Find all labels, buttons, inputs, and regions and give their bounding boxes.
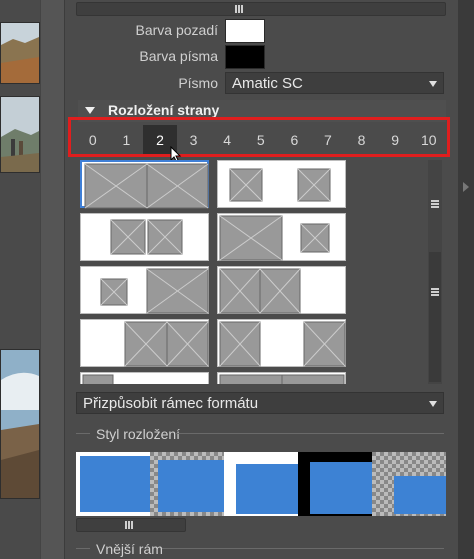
scroll-grip-icon[interactable]: [431, 200, 439, 208]
font-select-value: Amatic SC: [232, 75, 303, 92]
divider: [76, 433, 90, 434]
layout-grid: [80, 160, 350, 384]
count-option-10[interactable]: 10: [412, 125, 446, 155]
photo-thumbnail[interactable]: [0, 22, 40, 84]
layout-tile[interactable]: [80, 319, 209, 367]
scroll-grip-icon[interactable]: [431, 288, 439, 296]
layout-tile[interactable]: [80, 372, 209, 384]
count-option-6[interactable]: 6: [278, 125, 312, 155]
layout-style-option[interactable]: [298, 452, 372, 516]
count-option-4[interactable]: 4: [210, 125, 244, 155]
layout-tile[interactable]: [217, 372, 346, 384]
outer-frame-label: Vnější rám: [96, 541, 163, 557]
photo-thumbnail[interactable]: [0, 96, 40, 173]
fit-frame-select[interactable]: Přizpůsobit rámec formátu: [76, 392, 444, 414]
layout-style-option[interactable]: [372, 452, 446, 516]
layout-tile[interactable]: [80, 213, 209, 261]
count-option-7[interactable]: 7: [311, 125, 345, 155]
layout-section-header[interactable]: Rozložení strany: [78, 100, 446, 122]
scroll-grip-icon[interactable]: [235, 5, 243, 13]
count-option-8[interactable]: 8: [345, 125, 379, 155]
divider: [162, 548, 444, 549]
caret-down-icon: [429, 401, 437, 407]
image-filmstrip: [0, 0, 40, 559]
style-strip-scrollbar[interactable]: [76, 518, 186, 532]
background-color-swatch[interactable]: [225, 19, 265, 43]
layout-tile[interactable]: [217, 213, 346, 261]
layout-grid-scrollbar[interactable]: [428, 160, 442, 384]
layout-style-strip: [76, 452, 446, 516]
panel-edge[interactable]: [458, 0, 474, 559]
scroll-grip-icon[interactable]: [125, 521, 133, 529]
filmstrip-divider[interactable]: [40, 0, 65, 559]
divider: [176, 433, 444, 434]
layout-tile[interactable]: [80, 160, 209, 209]
font-color-swatch[interactable]: [225, 45, 265, 69]
photo-thumbnail[interactable]: [0, 349, 40, 499]
layout-style-option[interactable]: [76, 452, 150, 516]
triangle-down-icon[interactable]: [85, 107, 95, 114]
count-option-1[interactable]: 1: [110, 125, 144, 155]
layout-tile[interactable]: [217, 160, 346, 208]
fit-frame-value: Přizpůsobit rámec formátu: [83, 395, 259, 412]
count-option-5[interactable]: 5: [244, 125, 278, 155]
caret-down-icon: [429, 81, 437, 87]
layout-tile[interactable]: [217, 319, 346, 367]
layout-style-label: Styl rozložení: [96, 426, 181, 442]
layout-section-title: Rozložení strany: [108, 102, 220, 118]
chevron-right-icon[interactable]: [463, 182, 469, 192]
layout-tile[interactable]: [80, 266, 209, 314]
layout-tile[interactable]: [217, 266, 346, 314]
barva-pozadi-label: Barva pozadí: [135, 22, 219, 38]
barva-pisma-label: Barva písma: [139, 48, 218, 64]
layout-style-option[interactable]: [224, 452, 298, 516]
scrollbar-thumb[interactable]: [429, 252, 441, 382]
pismo-label: Písmo: [178, 75, 218, 91]
layout-style-option[interactable]: [150, 452, 224, 516]
count-option-0[interactable]: 0: [76, 125, 110, 155]
count-option-9[interactable]: 9: [378, 125, 412, 155]
photo-count-selector: 0 1 2 3 4 5 6 7 8 9 10: [76, 125, 446, 155]
divider: [76, 548, 90, 549]
top-scrollbar[interactable]: [76, 2, 446, 16]
font-select[interactable]: Amatic SC: [225, 72, 444, 94]
